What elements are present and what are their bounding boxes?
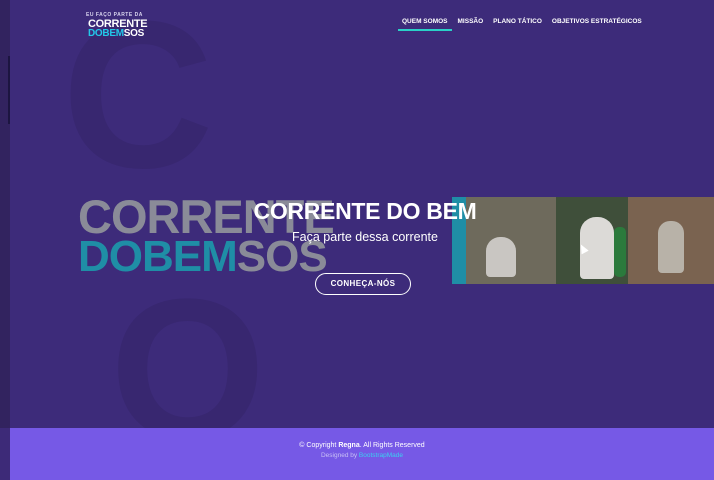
footer: © Copyright Regna. All Rights Reserved D…	[10, 428, 714, 480]
window-left-edge	[0, 0, 10, 428]
cta-button[interactable]: CONHEÇA-NÓS	[315, 273, 411, 295]
nav-item-quem-somos[interactable]: QUEM SOMOS	[398, 17, 452, 31]
credit-link[interactable]: BootstrapMade	[359, 452, 403, 459]
photo-person-1	[486, 237, 516, 277]
nav-item-objetivos-estrategicos[interactable]: OBJETIVOS ESTRATÉGICOS	[548, 17, 646, 31]
nav-item-missao[interactable]: MISSÃO	[454, 17, 488, 31]
hero-subtitle: Faça parte dessa corrente	[292, 230, 438, 244]
photo-person-3	[658, 221, 684, 273]
main-nav: QUEM SOMOS MISSÃO PLANO TÁTICO OBJETIVOS…	[398, 17, 648, 31]
hero-photo-strip	[452, 197, 714, 284]
site-logo[interactable]: EU FAÇO PARTE DA CORRENTE DOBEMSOS	[86, 12, 148, 39]
footer-credit: Designed by BootstrapMade	[320, 452, 404, 459]
logo-line-2: DOBEMSOS	[88, 28, 144, 39]
navbar: EU FAÇO PARTE DA CORRENTE DOBEMSOS QUEM …	[0, 0, 714, 40]
photo-oxygen-tank	[614, 227, 626, 277]
footer-copyright: © Copyright Regna. All Rights Reserved	[299, 442, 425, 449]
nav-item-plano-tatico[interactable]: PLANO TÁTICO	[489, 17, 546, 31]
background-watermark-o: O	[110, 258, 266, 429]
hero-title: CORRENTE DO BEM	[253, 198, 477, 224]
